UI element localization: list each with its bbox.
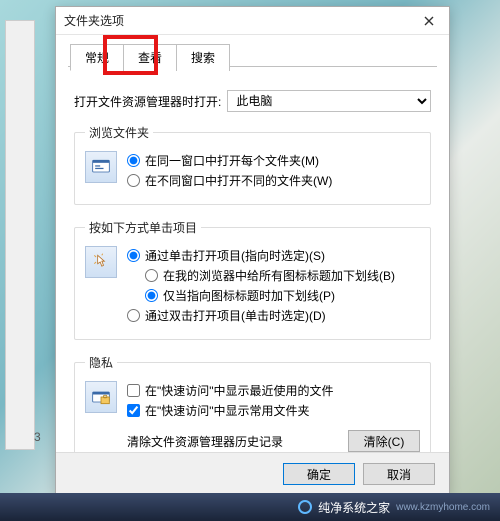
- browse-folders-group: 浏览文件夹 在同一窗口中打开每个文件夹(M) 在不同窗口中打开不同的文件夹(W): [74, 124, 431, 205]
- privacy-icon: [85, 381, 117, 413]
- tab-search[interactable]: 搜索: [176, 44, 230, 71]
- dialog-button-row: 确定 取消: [56, 452, 449, 495]
- open-explorer-dropdown[interactable]: 此电脑: [227, 90, 431, 112]
- checkbox-recent-files[interactable]: 在"快速访问"中显示最近使用的文件: [127, 382, 420, 399]
- dialog-title: 文件夹选项: [64, 12, 409, 29]
- radio-underline-all[interactable]: 在我的浏览器中给所有图标标题加下划线(B): [145, 267, 420, 284]
- watermark-url: www.kzmyhome.com: [396, 502, 490, 513]
- browse-folders-legend: 浏览文件夹: [85, 124, 153, 141]
- radio-double-click[interactable]: 通过双击打开项目(单击时选定)(D): [127, 307, 420, 324]
- close-button[interactable]: [409, 7, 449, 35]
- watermark-bar: 纯净系统之家 www.kzmyhome.com: [0, 493, 500, 521]
- browse-folders-icon: [85, 151, 117, 183]
- clear-history-label: 清除文件资源管理器历史记录: [127, 433, 283, 450]
- tab-view[interactable]: 查看: [123, 44, 177, 71]
- ok-button[interactable]: 确定: [283, 463, 355, 485]
- privacy-legend: 隐私: [85, 354, 117, 371]
- close-icon: [424, 16, 434, 26]
- radio-underline-hover[interactable]: 仅当指向图标标题时加下划线(P): [145, 287, 420, 304]
- radio-same-window[interactable]: 在同一窗口中打开每个文件夹(M): [127, 152, 420, 169]
- dialog-content: 打开文件资源管理器时打开: 此电脑 浏览文件夹 在同一窗口中打开每个文件夹(M): [56, 70, 449, 452]
- watermark-site-name: 纯净系统之家: [318, 499, 390, 516]
- titlebar: 文件夹选项: [56, 7, 449, 35]
- click-items-legend: 按如下方式单击项目: [85, 219, 201, 236]
- tab-general[interactable]: 常规: [70, 44, 124, 71]
- open-explorer-label: 打开文件资源管理器时打开:: [74, 93, 221, 110]
- tab-strip: 常规 查看 搜索: [56, 43, 449, 70]
- click-items-group: 按如下方式单击项目 通过单击打开项目(指向时选定)(S) 在我的浏览器中给所有图…: [74, 219, 431, 340]
- cancel-button[interactable]: 取消: [363, 463, 435, 485]
- background-window-strip: [5, 20, 35, 450]
- open-explorer-row: 打开文件资源管理器时打开: 此电脑: [74, 90, 431, 112]
- clear-button[interactable]: 清除(C): [348, 430, 420, 452]
- privacy-group: 隐私 在"快速访问"中显示最近使用的文件 在"快速访问"中显示常用文件夹: [74, 354, 431, 452]
- folder-options-dialog: 文件夹选项 常规 查看 搜索 打开文件资源管理器时打开: 此电脑 浏览文件夹: [55, 6, 450, 496]
- radio-single-click[interactable]: 通过单击打开项目(指向时选定)(S): [127, 247, 420, 264]
- radio-new-window[interactable]: 在不同窗口中打开不同的文件夹(W): [127, 172, 420, 189]
- watermark-logo-icon: [298, 500, 312, 514]
- checkbox-frequent-folders[interactable]: 在"快速访问"中显示常用文件夹: [127, 402, 420, 419]
- background-numeral: 3: [34, 430, 41, 444]
- click-items-icon: [85, 246, 117, 278]
